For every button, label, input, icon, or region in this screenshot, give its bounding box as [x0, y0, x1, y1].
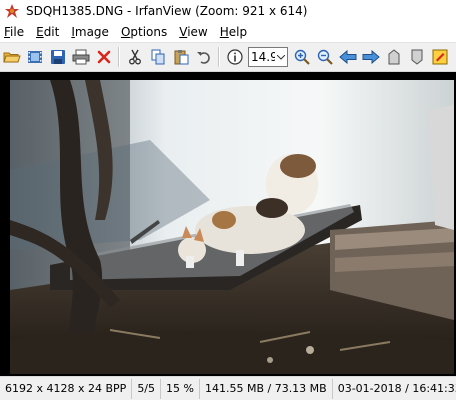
menu-edit[interactable]: Edit — [30, 22, 65, 42]
zoom-in-button[interactable] — [291, 46, 313, 68]
printer-icon — [72, 49, 90, 65]
menu-options[interactable]: Options — [115, 22, 173, 42]
status-dimensions: 6192 x 4128 x 24 BPP — [0, 378, 133, 399]
print-button[interactable] — [70, 46, 92, 68]
paint-icon — [432, 49, 448, 65]
delete-button[interactable] — [93, 46, 115, 68]
delete-x-icon — [97, 50, 111, 64]
menu-file[interactable]: File — [0, 22, 30, 42]
toolbar-separator — [218, 47, 220, 67]
arrow-right-icon — [362, 50, 380, 64]
paste-button[interactable] — [170, 46, 192, 68]
menu-help[interactable]: Help — [214, 22, 253, 42]
copy-button[interactable] — [147, 46, 169, 68]
copy-icon — [151, 49, 165, 65]
page-down-icon — [411, 49, 423, 65]
next-image-button[interactable] — [360, 46, 382, 68]
status-zoom: 15 % — [161, 378, 200, 399]
undo-button[interactable] — [193, 46, 215, 68]
slideshow-button[interactable] — [24, 46, 46, 68]
status-bar: 6192 x 4128 x 24 BPP 5/5 15 % 141.55 MB … — [0, 376, 456, 400]
chevron-down-icon[interactable] — [275, 48, 287, 66]
zoom-out-button[interactable] — [314, 46, 336, 68]
menu-image[interactable]: Image — [65, 22, 115, 42]
paint-button[interactable] — [429, 46, 451, 68]
title-bar: SDQH1385.DNG - IrfanView (Zoom: 921 x 61… — [0, 0, 456, 22]
arrow-left-icon — [339, 50, 357, 64]
film-strip-icon — [28, 51, 42, 63]
scissors-icon — [129, 49, 141, 65]
last-image-button[interactable] — [406, 46, 428, 68]
open-button[interactable] — [1, 46, 23, 68]
save-button[interactable] — [47, 46, 69, 68]
menu-view[interactable]: View — [173, 22, 213, 42]
open-folder-icon — [3, 52, 21, 63]
cat-photo — [10, 80, 454, 374]
page-up-icon — [388, 49, 400, 65]
first-image-button[interactable] — [383, 46, 405, 68]
undo-icon — [197, 52, 210, 64]
toolbar-separator — [118, 47, 120, 67]
window-title: SDQH1385.DNG - IrfanView (Zoom: 921 x 61… — [26, 4, 308, 18]
status-datetime: 03-01-2018 / 16:41:33 — [337, 381, 456, 395]
zoom-out-icon — [317, 49, 333, 65]
status-filesize: 141.55 MB / 73.13 MB — [200, 378, 333, 399]
paste-icon — [174, 50, 189, 65]
cut-button[interactable] — [124, 46, 146, 68]
zoom-in-icon — [294, 49, 310, 65]
previous-image-button[interactable] — [337, 46, 359, 68]
save-icon — [51, 50, 65, 64]
zoom-combobox[interactable]: 14.9 — [248, 47, 288, 67]
status-image-index: 5/5 — [132, 378, 162, 399]
info-icon — [227, 49, 243, 65]
zoom-combobox-value[interactable]: 14.9 — [249, 50, 275, 64]
menu-bar: File Edit Image Options View Help — [0, 22, 456, 42]
toolbar: 14.9 — [0, 42, 456, 72]
irfanview-logo-icon[interactable] — [4, 3, 20, 19]
info-button[interactable] — [224, 46, 246, 68]
image-viewport[interactable] — [0, 72, 456, 376]
